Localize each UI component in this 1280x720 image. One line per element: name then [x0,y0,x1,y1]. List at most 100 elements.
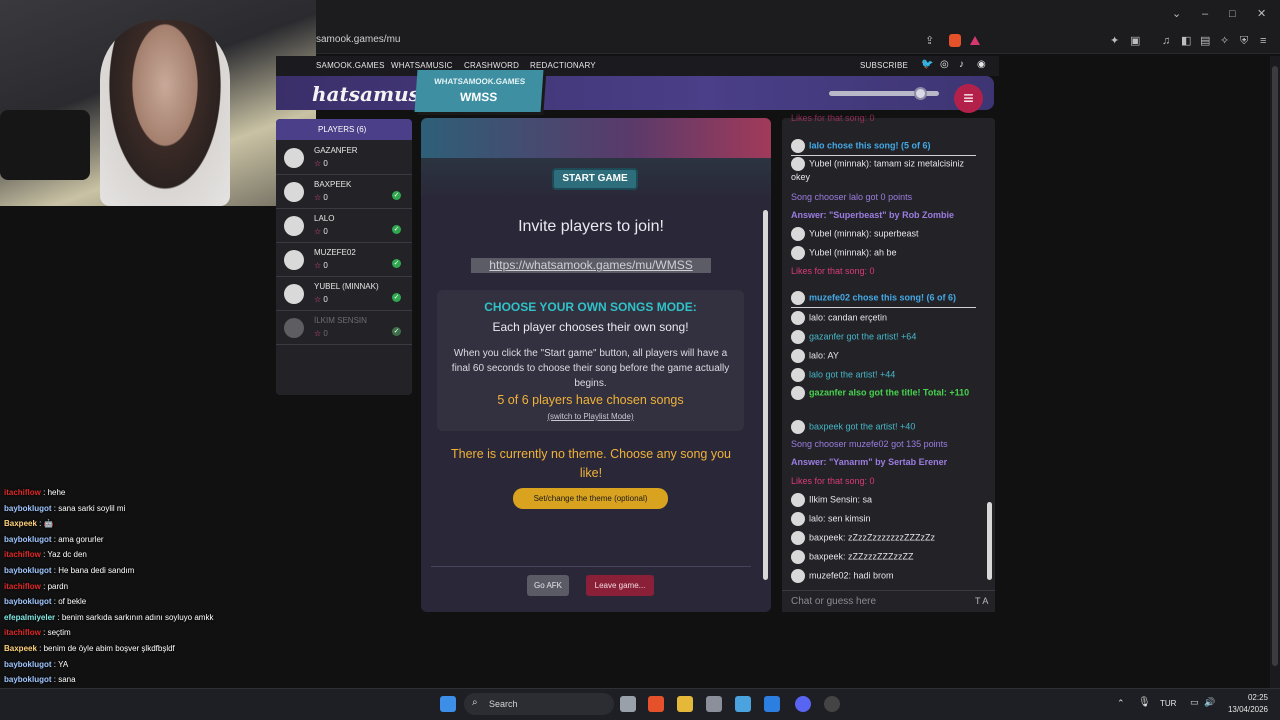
nav-link-redactionary[interactable]: REDACTIONARY [530,61,596,70]
share-icon[interactable]: ⇪ [925,34,934,48]
file-explorer-icon[interactable] [677,696,693,712]
stream-chat-user[interactable]: bayboklugot [4,566,52,575]
scrollbar-thumb[interactable] [987,502,992,580]
invite-link[interactable]: https://whatsamook.games/mu/WMSS [471,258,711,273]
star-icon: ☆ [314,295,322,304]
chevron-down-icon[interactable]: ⌄ [1172,7,1181,21]
scrollbar-thumb[interactable] [1272,66,1278,666]
microphone-icon[interactable]: 🎙 [1138,697,1151,708]
chat-line: Likes for that song: 0 [791,475,976,487]
avatar [791,311,805,325]
check-icon: ✓ [392,327,401,336]
music-icon[interactable]: ♫ [1162,34,1170,48]
player-row: LALO ☆ 0 ✓ [276,209,412,243]
check-icon: ✓ [392,191,401,200]
minimize-icon[interactable]: – [1202,7,1208,21]
player-score: ☆ 0 [314,295,328,304]
chat-input-placeholder[interactable]: Chat or guess here [791,596,876,607]
clock-time[interactable]: 02:25 [1236,693,1268,702]
brave-rewards-icon[interactable] [970,36,980,45]
stream-chat-user[interactable]: efepalmiyeler [4,613,55,622]
chat-line: Yubel (minnak): tamam siz metalcisiniz o… [791,157,976,183]
stream-chat-user[interactable]: Baxpeek [4,644,37,653]
menu-icon[interactable]: ≡ [1260,34,1266,48]
scrollbar-thumb[interactable] [763,210,768,580]
set-theme-button[interactable]: Set/change the theme (optional) [513,488,668,509]
wallet-icon[interactable]: ▤ [1200,34,1210,48]
vpn-icon[interactable]: ⛨ [1240,34,1248,48]
discord-taskbar-icon[interactable] [795,696,811,712]
screenshot-icon[interactable]: ▣ [1130,34,1140,48]
stream-chat-text: hehe [47,488,66,497]
stream-chat-user[interactable]: bayboklugot [4,675,52,684]
chat-line-text: baxpeek: zZzzZzzzzzzzZZZzZz [809,532,936,543]
url-text[interactable]: samook.games/mu [316,34,400,45]
maximize-icon[interactable]: □ [1229,7,1236,21]
avatar [791,420,805,434]
volume-icon[interactable]: 🔊 [1204,697,1215,708]
page-scrollbar[interactable] [1270,56,1280,688]
avatar [284,318,304,338]
taskbar-search[interactable] [464,693,614,715]
stream-chat-user[interactable]: Baxpeek [4,519,37,528]
brave-shield-icon[interactable] [949,34,961,47]
leave-game-button[interactable]: Leave game... [586,575,654,596]
divider [431,566,751,567]
go-afk-button[interactable]: Go AFK [527,575,569,596]
sidebar-icon[interactable]: ◧ [1181,34,1191,48]
obs-icon[interactable] [764,696,780,712]
player-score-value: 0 [323,227,328,236]
check-icon: ✓ [392,259,401,268]
app-icon[interactable] [824,696,840,712]
settings-icon[interactable] [706,696,722,712]
tiktok-icon[interactable]: ♪ [959,59,964,70]
chat-line: baxpeek: zZZzzzZZZzzZZ [791,550,976,564]
game-panel-scrollbar[interactable] [762,200,769,610]
switch-playlist-mode-link[interactable]: (switch to Playlist Mode) [437,412,744,421]
chat-song-header: lalo chose this song! (5 of 6) [791,139,976,156]
stream-chat-user[interactable]: itachiflow [4,582,41,591]
input-language[interactable]: TUR [1160,699,1176,708]
stream-chat-user[interactable]: bayboklugot [4,535,52,544]
close-icon[interactable]: ✕ [1257,7,1266,21]
stream-chat-user[interactable]: bayboklugot [4,504,52,513]
clock-date[interactable]: 13/04/2026 [1220,705,1268,714]
mode-subtitle: Each player chooses their own song! [492,320,689,334]
tray-chevron-icon[interactable]: ⌃ [1117,698,1125,709]
hamburger-menu-button[interactable]: ≡ [954,84,983,113]
chat-line: baxpeek: zZzzZzzzzzzzZZZzZz [791,531,976,545]
stream-chat-user[interactable]: itachiflow [4,628,41,637]
stream-chat-text: sana sarki soylil mi [58,504,126,513]
chat-line-text: Yubel (minnak): ah be [809,247,897,258]
chat-line: gazanfer also got the title! Total: +110 [791,386,976,400]
stream-chat-user[interactable]: bayboklugot [4,660,52,669]
chat-line-text: Likes for that song: 0 [791,266,875,276]
leo-icon[interactable]: ✧ [1220,34,1229,48]
stream-chat-user[interactable]: itachiflow [4,488,41,497]
discord-icon[interactable]: ◉ [977,59,986,70]
chat-scrollbar[interactable] [986,122,994,588]
start-icon[interactable] [440,696,456,712]
stream-chat-user[interactable]: bayboklugot [4,597,52,606]
chat-line: Yubel (minnak): superbeast [791,227,976,241]
stream-chat-user[interactable]: itachiflow [4,550,41,559]
extensions-icon[interactable]: ✦ [1110,34,1119,48]
nav-link-whatsamusic[interactable]: WHATSAMUSIC [391,61,453,70]
network-icon[interactable]: ▭ [1190,697,1199,708]
app-icon[interactable] [735,696,751,712]
text-format-icon[interactable]: T A [975,596,988,606]
start-game-button[interactable]: START GAME [552,168,638,190]
stream-chat-text: YA [58,660,69,669]
avatar [791,493,805,507]
instagram-icon[interactable]: ◎ [940,59,949,70]
subscribe-link[interactable]: SUBSCRIBE [860,61,908,70]
nav-link-home[interactable]: SAMOOK.GAMES [316,61,385,70]
brave-icon[interactable] [648,696,664,712]
volume-slider-handle[interactable] [914,87,927,100]
star-icon: ☆ [314,227,322,236]
twitter-icon[interactable]: 🐦 [921,59,934,70]
taskbar-search-label[interactable]: Search [489,699,518,709]
task-view-icon[interactable] [620,696,636,712]
nav-link-crashword[interactable]: CRASHWORD [464,61,519,70]
stream-chat-message: bayboklugot : sana [4,675,76,684]
